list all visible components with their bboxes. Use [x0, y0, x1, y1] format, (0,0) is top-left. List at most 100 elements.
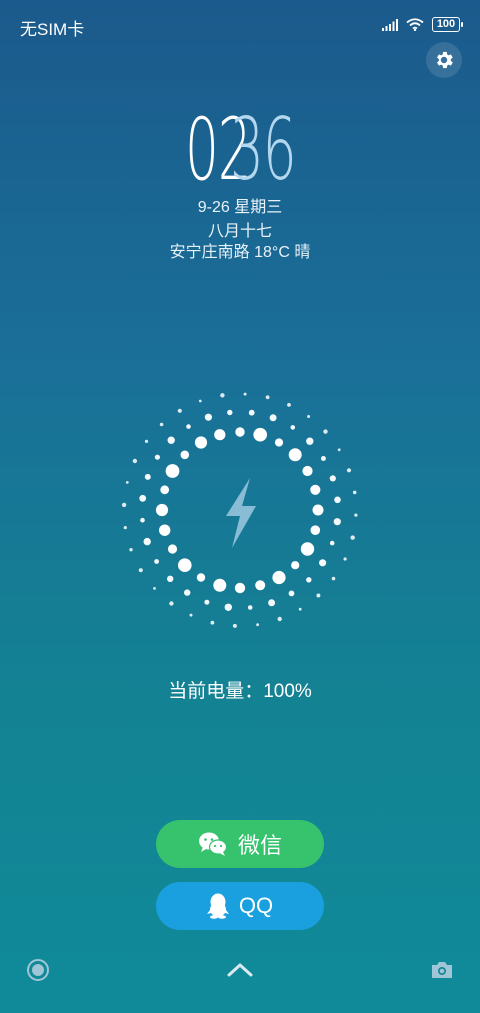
clock-minutes: 36 — [230, 100, 297, 200]
charge-dot — [333, 518, 341, 526]
charge-dot — [274, 438, 284, 447]
chevron-up-icon — [227, 963, 253, 977]
charge-dot — [300, 542, 315, 556]
charge-dot — [177, 408, 182, 413]
charge-dot — [235, 427, 245, 437]
charge-dot — [159, 422, 164, 427]
charge-dot — [154, 454, 160, 460]
charge-dot — [302, 465, 313, 477]
wechat-label: 微信 — [237, 833, 282, 858]
charge-dot — [132, 458, 138, 464]
charge-dot — [256, 623, 259, 627]
charge-dot — [189, 613, 193, 617]
charge-dot — [272, 570, 286, 585]
charge-dot — [139, 494, 147, 502]
lightning-icon — [226, 478, 256, 548]
charge-dot — [167, 544, 178, 554]
charge-dot — [198, 399, 202, 403]
charge-dot — [316, 593, 321, 598]
charge-dot — [337, 448, 341, 452]
weather-info: 安宁庄南路 18°C 晴 — [169, 244, 311, 261]
charge-dot — [214, 429, 226, 441]
charge-dot — [255, 580, 266, 591]
qq-label: QQ — [238, 893, 274, 918]
charge-dot — [298, 607, 302, 611]
charge-dot — [129, 548, 133, 552]
charge-dot — [243, 392, 247, 396]
charge-dot — [312, 504, 324, 516]
charge-dot — [210, 620, 215, 625]
charge-dot — [159, 524, 171, 536]
charge-dot — [334, 496, 341, 504]
lock-clock: 02 36 — [0, 100, 480, 200]
charge-dot — [288, 448, 302, 462]
charge-dot — [220, 393, 225, 398]
charge-dot — [153, 587, 156, 590]
charge-dot — [306, 437, 314, 445]
charge-dot — [186, 424, 191, 429]
charge-dot — [307, 415, 311, 418]
charge-dot — [140, 517, 145, 523]
charge-dot — [268, 599, 276, 607]
status-bar: 无SIM卡 100 — [0, 0, 480, 50]
charge-dot — [160, 485, 170, 495]
assistant-button[interactable] — [26, 958, 50, 987]
charge-dot — [253, 427, 267, 442]
charge-dot — [310, 525, 321, 535]
charge-dot — [227, 409, 233, 416]
charge-dot — [125, 481, 129, 484]
charge-dot — [234, 582, 246, 594]
charge-dot — [329, 540, 335, 546]
wechat-button[interactable]: 微信 — [156, 820, 324, 868]
charge-dot — [277, 616, 282, 622]
charge-dot — [143, 537, 151, 546]
charge-dot — [194, 436, 208, 449]
camera-button[interactable] — [430, 960, 454, 985]
charge-dot — [144, 473, 151, 480]
charge-dot — [323, 429, 328, 434]
charge-dot — [269, 414, 277, 422]
charge-dot — [329, 475, 336, 482]
carrier-label: 无SIM卡 — [20, 20, 85, 39]
wifi-icon — [406, 18, 424, 31]
charge-dot — [288, 590, 295, 597]
battery-icon: 100 — [432, 17, 463, 32]
settings-button[interactable] — [426, 42, 462, 78]
charge-dot — [320, 456, 326, 461]
charge-dot — [178, 558, 192, 572]
qq-button[interactable]: QQ — [156, 882, 324, 930]
charge-dot — [196, 573, 206, 582]
camera-icon — [432, 962, 452, 978]
charge-dot — [155, 503, 169, 517]
charge-dot — [350, 535, 355, 540]
charge-dot — [121, 502, 127, 508]
charge-dot — [123, 526, 127, 530]
charge-dot — [248, 409, 255, 416]
charge-dot — [331, 576, 336, 581]
charge-dot — [310, 484, 321, 495]
charge-dot — [224, 603, 232, 611]
record-icon — [27, 959, 49, 981]
charge-dot — [169, 601, 174, 606]
charge-dot — [265, 395, 270, 400]
charge-dot — [247, 605, 253, 610]
date-weekday: 9-26 星期三 — [197, 199, 283, 216]
charge-dot — [204, 413, 212, 421]
bottom-bar — [0, 950, 480, 990]
charge-dot — [167, 575, 174, 582]
charge-dot — [232, 623, 237, 628]
charge-dot — [144, 439, 149, 443]
charge-dot — [138, 568, 143, 573]
gear-icon — [437, 51, 453, 69]
unlock-swipe-button[interactable] — [226, 960, 254, 983]
charge-dot — [306, 577, 312, 583]
charge-dot — [354, 513, 358, 517]
qq-penguin-icon — [206, 893, 229, 919]
charge-dot — [319, 559, 327, 567]
charge-dot — [167, 436, 175, 444]
charge-dot — [287, 403, 291, 407]
charge-dot — [343, 557, 347, 561]
charge-dot — [291, 561, 300, 570]
status-icons: 100 — [382, 17, 463, 32]
signal-icon — [382, 18, 398, 31]
